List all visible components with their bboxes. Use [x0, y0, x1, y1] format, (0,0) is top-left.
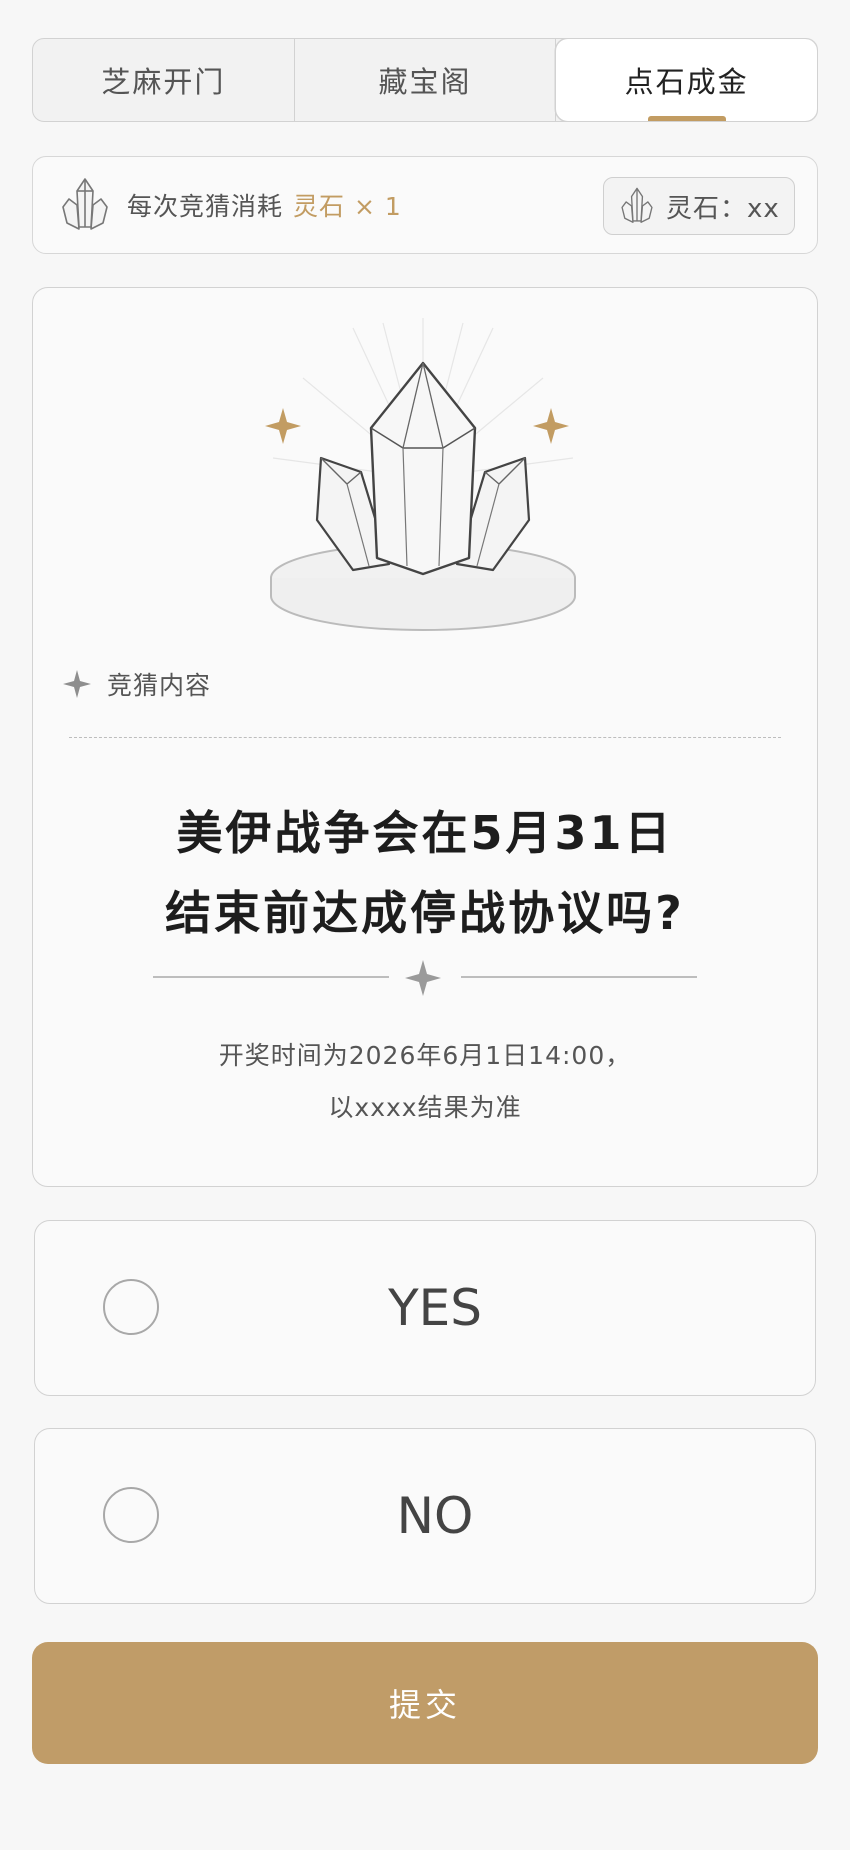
sparkle-icon [63, 670, 91, 698]
option-yes-label: YES [388, 1279, 482, 1337]
question-text: 美伊战争会在5月31日 结束前达成停战协议吗? [33, 793, 817, 953]
section-label: 竞猜内容 [63, 666, 211, 702]
submit-button[interactable]: 提交 [32, 1642, 818, 1764]
question-line-2: 结束前达成停战协议吗? [165, 886, 685, 940]
cost-prefix: 每次竞猜消耗 [127, 192, 284, 221]
option-no[interactable]: NO [34, 1428, 816, 1604]
cost-description: 每次竞猜消耗 灵石 × 1 [127, 187, 402, 223]
crystal-cluster-illustration [265, 318, 576, 631]
crystal-icon [62, 178, 108, 230]
crystal-icon [621, 187, 653, 223]
cost-amount: 灵石 × 1 [293, 192, 402, 221]
tab-dianshi-chengjin[interactable]: 点石成金 [556, 39, 817, 121]
draw-info: 开奖时间为2026年6月1日14:00， 以xxxx结果为准 [33, 1030, 817, 1134]
ornament-divider [153, 956, 697, 996]
question-card: 竞猜内容 美伊战争会在5月31日 结束前达成停战协议吗? 开奖时间为2026年6… [32, 287, 818, 1187]
section-label-text: 竞猜内容 [107, 671, 212, 700]
balance-label: 灵石：xx [666, 193, 780, 224]
option-no-label: NO [396, 1487, 474, 1545]
draw-info-line-1: 开奖时间为2026年6月1日14:00， [218, 1041, 632, 1070]
question-line-1: 美伊战争会在5月31日 [176, 806, 674, 860]
tab-cangbao-ge[interactable]: 藏宝阁 [295, 39, 557, 121]
tab-bar: 芝麻开门 藏宝阁 点石成金 [32, 38, 818, 122]
draw-info-line-2: 以xxxx结果为准 [328, 1093, 522, 1122]
dashed-divider [69, 737, 781, 738]
balance-badge[interactable]: 灵石：xx [603, 177, 795, 235]
tab-zhima-kaimen[interactable]: 芝麻开门 [33, 39, 295, 121]
cost-bar: 每次竞猜消耗 灵石 × 1 灵石：xx [32, 156, 818, 254]
option-yes[interactable]: YES [34, 1220, 816, 1396]
sparkle-icon [405, 960, 441, 996]
